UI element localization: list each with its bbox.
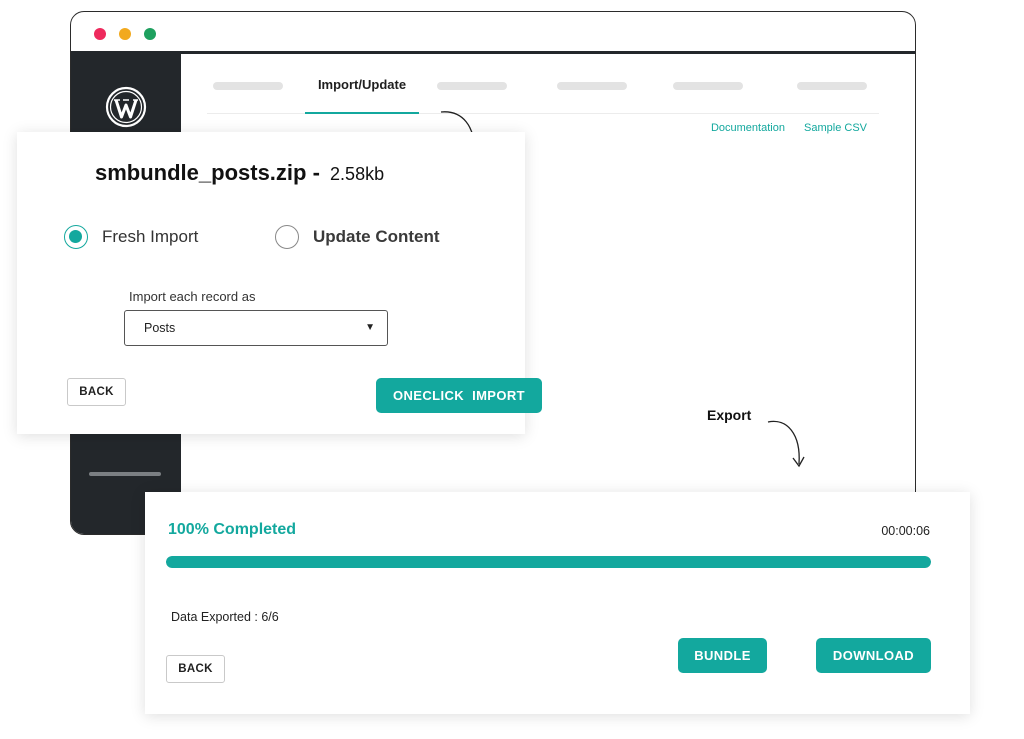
progress-status: 100% Completed [168,521,297,538]
update-content-label: Update Content [313,227,440,246]
curved-arrow-icon [767,420,805,468]
file-separator: - [306,160,327,185]
minimize-window-dot[interactable] [119,28,131,40]
title-bar [71,12,915,54]
tab-placeholder[interactable] [437,82,507,90]
record-type-value: Posts [144,321,176,335]
fresh-import-label: Fresh Import [102,227,199,246]
update-content-option[interactable]: Update Content [275,225,440,249]
tab-placeholder[interactable] [557,82,627,90]
documentation-link[interactable]: Documentation [711,122,785,134]
bundle-button[interactable]: BUNDLE [678,638,767,673]
help-links: Documentation Sample CSV [695,122,867,134]
file-name: smbundle_posts.zip [95,160,307,185]
export-card: 100% Completed 00:00:06 Data Exported : … [145,492,970,714]
export-section-label: Export [707,407,752,423]
update-content-radio[interactable] [275,225,299,249]
sample-csv-link[interactable]: Sample CSV [804,122,867,134]
download-button[interactable]: DOWNLOAD [816,638,931,673]
record-type-select[interactable]: Posts ▼ [124,310,388,346]
file-size: 2.58kb [330,164,385,184]
stage: Import/Update Documentation Sample CSV s… [0,0,1024,739]
sidebar-placeholder-bar [89,472,161,476]
export-back-button[interactable]: BACK [166,655,225,683]
fresh-import-option[interactable]: Fresh Import [64,225,198,249]
tab-placeholder[interactable] [797,82,867,90]
oneclick-import-label: ONECLICK IMPORT [392,388,526,403]
fresh-import-radio[interactable] [64,225,88,249]
elapsed-time: 00:00:06 [881,524,930,538]
progress-fill [166,556,931,568]
maximize-window-dot[interactable] [144,28,156,40]
wordpress-icon[interactable] [105,86,147,128]
chevron-down-icon: ▼ [365,322,375,333]
close-window-dot[interactable] [94,28,106,40]
progress-bar [166,556,931,568]
tab-placeholder[interactable] [213,82,283,90]
file-title: smbundle_posts.zip - 2.58kb [95,160,384,186]
import-back-button[interactable]: BACK [67,378,126,406]
tab-placeholder[interactable] [673,82,743,90]
oneclick-import-button[interactable]: ONECLICK IMPORT [376,378,542,413]
tab-import-update[interactable]: Import/Update [305,54,419,114]
record-type-label: Import each record as [129,289,256,304]
data-exported-count: Data Exported : 6/6 [171,610,279,624]
tab-navigation: Import/Update [207,54,879,114]
